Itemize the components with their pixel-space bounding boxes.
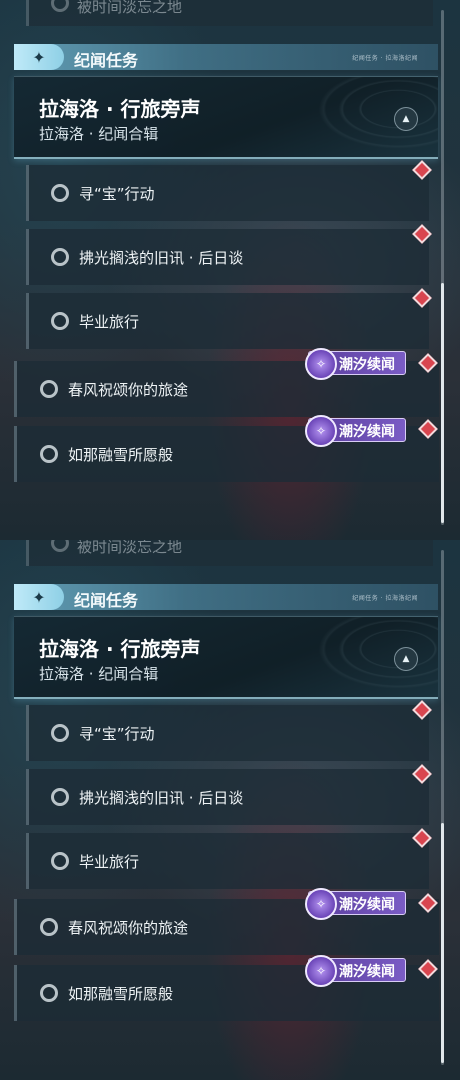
quest-item[interactable]: 毕业旅行 xyxy=(26,833,429,889)
chevron-up-icon[interactable]: ▲ xyxy=(394,107,418,131)
quest-group-header[interactable]: 拉海洛 · 行旅旁声 拉海洛 · 纪闻合辑 ▲ xyxy=(14,616,438,699)
quest-item-label: 寻“宝”行动 xyxy=(79,185,155,203)
quest-item-label: 寻“宝”行动 xyxy=(79,725,155,743)
quest-status-ring-icon xyxy=(51,0,69,12)
quest-item-label: 如那融雪所愿般 xyxy=(68,446,174,464)
quest-status-ring-icon xyxy=(51,724,69,742)
quest-item-label: 拂光搁浅的旧讯 · 后日谈 xyxy=(79,249,244,267)
quest-item[interactable]: 拂光搁浅的旧讯 · 后日谈 xyxy=(26,769,429,825)
quest-status-ring-icon xyxy=(51,184,69,202)
quest-item-label: 如那融雪所愿般 xyxy=(68,985,174,1003)
previous-quest-item[interactable]: 被时间淡忘之地 xyxy=(26,540,433,566)
quest-item-label: 拂光搁浅的旧讯 · 后日谈 xyxy=(79,789,244,807)
quest-item[interactable]: 毕业旅行 xyxy=(26,293,429,349)
quest-status-ring-icon xyxy=(40,380,58,398)
star-icon: ✦ xyxy=(14,44,64,70)
badge-label: 潮汐续闻 xyxy=(339,357,395,373)
quest-group-header[interactable]: 拉海洛 · 行旅旁声 拉海洛 · 纪闻合辑 ▲ xyxy=(14,76,438,159)
tidal-continuation-badge: ✧ 潮汐续闻 xyxy=(305,348,406,380)
quest-item-label: 春风祝颂你的旅途 xyxy=(68,919,189,937)
quest-status-ring-icon xyxy=(51,248,69,266)
previous-quest-item[interactable]: 被时间淡忘之地 xyxy=(26,0,433,26)
tidal-emblem-icon: ✧ xyxy=(305,888,337,920)
quest-item-label: 春风祝颂你的旅途 xyxy=(68,381,189,399)
badge-label: 潮汐续闻 xyxy=(339,424,395,440)
tidal-emblem-icon: ✧ xyxy=(305,348,337,380)
quest-item[interactable]: 寻“宝”行动 xyxy=(26,165,429,221)
quest-status-ring-icon xyxy=(51,788,69,806)
quest-group-title: 拉海洛 · 行旅旁声 xyxy=(39,637,201,661)
tidal-continuation-badge: ✧ 潮汐续闻 xyxy=(305,955,406,987)
section-title: 纪闻任务 xyxy=(74,51,139,70)
quest-panel-bottom: 被时间淡忘之地 ✦ 纪闻任务 纪闻任务 · 拉海洛纪闻 拉海洛 · 行旅旁声 拉… xyxy=(0,540,460,1080)
section-tiny-text: 纪闻任务 · 拉海洛纪闻 xyxy=(352,55,418,62)
section-header-tale-quests[interactable]: ✦ 纪闻任务 纪闻任务 · 拉海洛纪闻 xyxy=(14,584,438,610)
section-title: 纪闻任务 xyxy=(74,591,139,610)
quest-item-label: 毕业旅行 xyxy=(79,853,140,871)
tidal-continuation-badge: ✧ 潮汐续闻 xyxy=(305,888,406,920)
quest-group-title: 拉海洛 · 行旅旁声 xyxy=(39,97,201,121)
star-icon: ✦ xyxy=(14,584,64,610)
chevron-up-icon[interactable]: ▲ xyxy=(394,647,418,671)
tidal-emblem-icon: ✧ xyxy=(305,955,337,987)
previous-quest-label: 被时间淡忘之地 xyxy=(77,0,183,16)
badge-label: 潮汐续闻 xyxy=(339,964,395,980)
scrollbar-thumb[interactable] xyxy=(441,283,444,523)
tidal-emblem-icon: ✧ xyxy=(305,415,337,447)
quest-group-subtitle: 拉海洛 · 纪闻合辑 xyxy=(39,665,159,683)
quest-item[interactable]: 拂光搁浅的旧讯 · 后日谈 xyxy=(26,229,429,285)
quest-group-subtitle: 拉海洛 · 纪闻合辑 xyxy=(39,125,159,143)
quest-status-ring-icon xyxy=(40,984,58,1002)
scrollbar-thumb[interactable] xyxy=(441,823,444,1063)
quest-item-label: 毕业旅行 xyxy=(79,313,140,331)
quest-panel-top: 被时间淡忘之地 ✦ 纪闻任务 纪闻任务 · 拉海洛纪闻 拉海洛 · 行旅旁声 拉… xyxy=(0,0,460,540)
section-header-tale-quests[interactable]: ✦ 纪闻任务 纪闻任务 · 拉海洛纪闻 xyxy=(14,44,438,70)
quest-status-ring-icon xyxy=(40,918,58,936)
section-tiny-text: 纪闻任务 · 拉海洛纪闻 xyxy=(352,595,418,602)
badge-label: 潮汐续闻 xyxy=(339,897,395,913)
quest-status-ring-icon xyxy=(40,445,58,463)
quest-status-ring-icon xyxy=(51,312,69,330)
quest-status-ring-icon xyxy=(51,852,69,870)
quest-item[interactable]: 寻“宝”行动 xyxy=(26,705,429,761)
quest-status-ring-icon xyxy=(51,540,69,552)
previous-quest-label: 被时间淡忘之地 xyxy=(77,540,183,556)
tidal-continuation-badge: ✧ 潮汐续闻 xyxy=(305,415,406,447)
